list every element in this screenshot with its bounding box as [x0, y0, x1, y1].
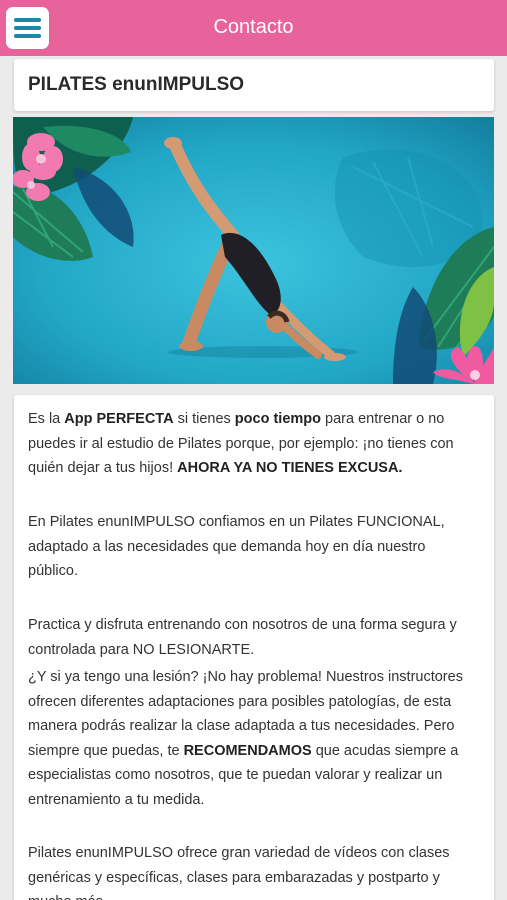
injury-paragraph: ¿Y si ya tengo una lesión? ¡No hay probl… [28, 669, 463, 808]
header-title: Contacto [213, 16, 294, 38]
title-card: PILATES enunIMPULSO [14, 59, 494, 111]
page-title: PILATES enunIMPULSO [28, 74, 245, 95]
description-card: Es la App PERFECTA si tienes poco tiempo… [14, 395, 494, 900]
safety-paragraph: Practica y disfruta entrenando con nosot… [28, 617, 457, 658]
offer-paragraph: Pilates enunIMPULSO ofrece gran variedad… [28, 845, 450, 900]
intro-paragraph: Es la App PERFECTA si tienes poco tiempo… [28, 411, 454, 476]
top-bar: Contacto [0, 0, 507, 56]
functional-paragraph: En Pilates enunIMPULSO confiamos en un P… [28, 514, 445, 579]
hero-image [13, 117, 494, 384]
